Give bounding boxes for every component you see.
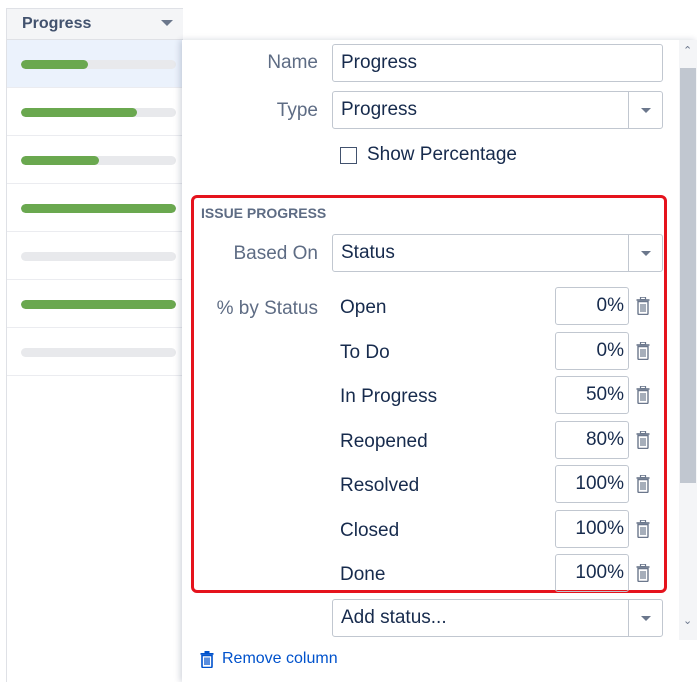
status-percent-value: 100%	[575, 517, 624, 539]
trash-icon	[200, 650, 214, 668]
panel-scrollbar[interactable]: ⌃ ⌄	[679, 40, 697, 640]
trash-icon[interactable]	[636, 475, 650, 493]
progress-rows	[7, 40, 183, 376]
by-status-label: % by Status	[216, 298, 318, 319]
progress-row[interactable]	[7, 328, 183, 376]
progress-bar	[21, 108, 176, 117]
progress-bar-fill	[21, 60, 88, 69]
status-percent-value: 100%	[575, 562, 624, 583]
status-percent-input[interactable]: 100%	[555, 554, 629, 592]
remove-column-link[interactable]: Remove column	[200, 650, 338, 668]
progress-bar	[21, 300, 176, 309]
trash-icon[interactable]	[636, 386, 650, 404]
status-percent-input[interactable]: 50%	[555, 376, 629, 414]
add-status-dropdown-button[interactable]	[628, 600, 662, 636]
progress-bar-fill	[21, 156, 99, 165]
chevron-down-icon	[640, 615, 651, 621]
chevron-down-icon	[640, 250, 651, 256]
based-on-select[interactable]: Status	[332, 234, 663, 272]
status-percent-value: 80%	[585, 428, 624, 450]
name-input[interactable]: Progress	[332, 44, 663, 82]
name-label: Name	[267, 52, 318, 73]
status-name: Done	[340, 564, 386, 585]
progress-bar-fill	[21, 300, 176, 309]
trash-icon[interactable]	[636, 430, 650, 449]
progress-bar	[21, 204, 176, 213]
add-status-value: Add status...	[341, 607, 447, 628]
remove-column-label: Remove column	[222, 650, 338, 667]
progress-row[interactable]	[7, 232, 183, 280]
progress-row[interactable]	[7, 184, 183, 232]
trash-icon[interactable]	[636, 341, 650, 360]
status-percent-input[interactable]: 0%	[555, 331, 629, 370]
status-name: Closed	[340, 519, 400, 541]
progress-bar	[21, 156, 176, 165]
trash-icon[interactable]	[636, 297, 650, 315]
progress-bar-fill	[21, 108, 138, 117]
issue-progress-title: ISSUE PROGRESS	[201, 205, 327, 221]
progress-bar	[21, 60, 176, 69]
progress-row[interactable]	[7, 40, 183, 88]
type-label: Type	[276, 100, 318, 121]
scroll-thumb[interactable]	[680, 68, 696, 483]
progress-column: Progress	[6, 8, 183, 682]
show-percentage-checkbox[interactable]	[340, 147, 357, 164]
chevron-down-icon	[640, 107, 651, 113]
scroll-down-icon[interactable]: ⌄	[683, 614, 692, 627]
progress-bar	[21, 348, 176, 357]
type-select[interactable]: Progress	[332, 91, 663, 129]
status-percent-input[interactable]: 100%	[555, 465, 629, 503]
based-on-select-value: Status	[341, 242, 395, 263]
progress-row[interactable]	[7, 88, 183, 136]
add-status-select[interactable]: Add status...	[332, 599, 663, 637]
progress-bar	[21, 252, 176, 261]
type-dropdown-button[interactable]	[628, 92, 662, 128]
status-name: Reopened	[340, 430, 428, 452]
name-input-value: Progress	[341, 52, 418, 73]
status-percent-input[interactable]: 0%	[555, 287, 629, 325]
trash-icon[interactable]	[636, 519, 650, 538]
status-name: Open	[340, 297, 387, 318]
status-name: Resolved	[340, 475, 420, 496]
status-name: To Do	[340, 341, 390, 363]
status-percent-value: 100%	[575, 473, 624, 494]
status-percent-input[interactable]: 100%	[555, 509, 629, 548]
based-on-dropdown-button[interactable]	[628, 235, 662, 271]
column-menu-caret-icon[interactable]	[161, 20, 173, 26]
column-header-label: Progress	[22, 15, 92, 32]
scroll-up-icon[interactable]: ⌃	[683, 44, 692, 57]
progress-bar-fill	[21, 204, 176, 213]
status-name: In Progress	[340, 386, 438, 407]
show-percentage-label: Show Percentage	[367, 144, 517, 165]
trash-icon[interactable]	[636, 564, 650, 582]
status-percent-value: 0%	[596, 339, 624, 361]
progress-row[interactable]	[7, 280, 183, 328]
column-header[interactable]: Progress	[7, 8, 183, 40]
status-percent-value: 0%	[596, 295, 624, 316]
type-select-value: Progress	[341, 99, 418, 120]
status-percent-value: 50%	[585, 384, 624, 405]
based-on-label: Based On	[233, 243, 319, 264]
status-percent-input[interactable]: 80%	[555, 420, 629, 459]
progress-row[interactable]	[7, 136, 183, 184]
